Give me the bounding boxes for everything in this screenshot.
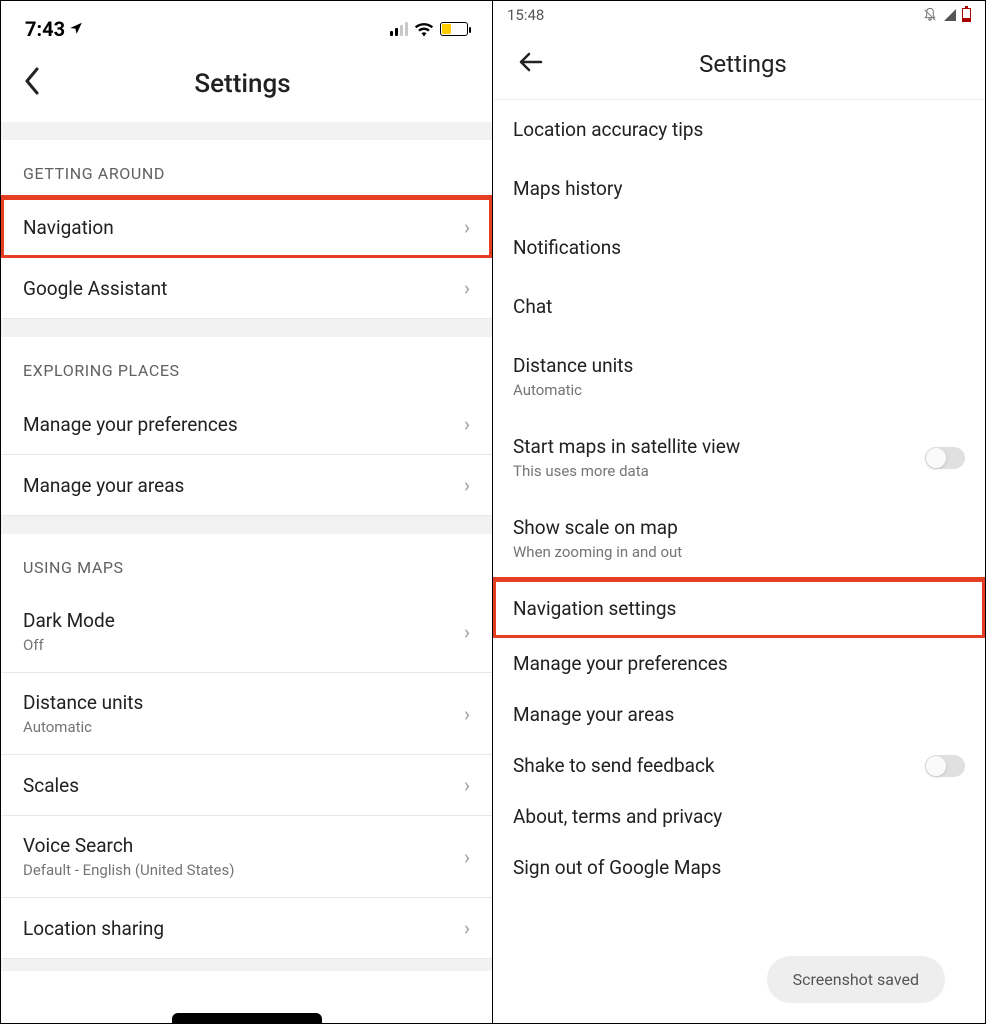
row-sub: Automatic <box>513 381 965 399</box>
row-label: Dark Mode <box>23 609 464 632</box>
row-manage-areas[interactable]: Manage your areas › <box>1 455 492 516</box>
row-chat[interactable]: Chat <box>493 277 985 336</box>
status-right <box>390 21 468 37</box>
row-label: Google Assistant <box>23 277 464 300</box>
cellular-signal-icon <box>944 9 956 21</box>
home-indicator[interactable] <box>172 1013 322 1023</box>
settings-list: GETTING AROUND Navigation › Google Assis… <box>1 122 492 1023</box>
status-time: 15:48 <box>507 6 544 24</box>
row-dark-mode[interactable]: Dark Mode Off › <box>1 591 492 673</box>
row-manage-preferences[interactable]: Manage your preferences <box>493 638 985 689</box>
row-manage-areas[interactable]: Manage your areas <box>493 689 985 740</box>
chevron-right-icon: › <box>464 473 470 497</box>
row-satellite-view[interactable]: Start maps in satellite view This uses m… <box>493 417 985 498</box>
row-shake-feedback[interactable]: Shake to send feedback <box>493 740 985 791</box>
row-sub: Automatic <box>23 718 464 736</box>
row-label: Manage your areas <box>23 474 464 497</box>
row-google-assistant[interactable]: Google Assistant › <box>1 258 492 319</box>
row-label: Navigation <box>23 216 464 239</box>
row-label: Chat <box>513 295 965 318</box>
row-location-accuracy[interactable]: Location accuracy tips <box>493 100 985 159</box>
wifi-icon <box>414 21 434 37</box>
row-label: Shake to send feedback <box>513 754 925 777</box>
row-sub: This uses more data <box>513 462 925 480</box>
row-scales[interactable]: Scales › <box>1 755 492 816</box>
row-label: Voice Search <box>23 834 464 857</box>
chevron-right-icon: › <box>464 412 470 436</box>
row-label: Distance units <box>23 691 464 714</box>
section-header-using-maps: USING MAPS <box>1 534 492 591</box>
settings-list: Location accuracy tips Maps history Noti… <box>493 100 985 1023</box>
page-header: Settings <box>493 29 985 100</box>
location-arrow-icon <box>69 20 83 39</box>
chevron-right-icon: › <box>464 276 470 300</box>
row-about[interactable]: About, terms and privacy <box>493 791 985 842</box>
row-sub: Off <box>23 636 464 654</box>
toggle-shake-feedback[interactable] <box>925 755 965 777</box>
phone-android: 15:48 Settings Location accuracy tips Ma… <box>493 1 985 1023</box>
row-distance-units[interactable]: Distance units Automatic › <box>1 673 492 755</box>
row-label: Manage your areas <box>513 703 965 726</box>
row-sub: Default - English (United States) <box>23 861 464 879</box>
cellular-signal-icon <box>390 22 408 36</box>
row-voice-search[interactable]: Voice Search Default - English (United S… <box>1 816 492 898</box>
row-label: Maps history <box>513 177 965 200</box>
page-title: Settings <box>519 50 967 78</box>
status-time-text: 7:43 <box>25 17 65 41</box>
status-bar: 15:48 <box>493 1 985 29</box>
status-bar: 7:43 <box>1 1 492 51</box>
row-location-sharing[interactable]: Location sharing › <box>1 898 492 959</box>
chevron-right-icon: › <box>464 773 470 797</box>
row-label: Notifications <box>513 236 965 259</box>
section-header-getting-around: GETTING AROUND <box>1 140 492 197</box>
chevron-right-icon: › <box>464 620 470 644</box>
row-label: Navigation settings <box>513 597 965 620</box>
row-label: Scales <box>23 774 464 797</box>
row-distance-units[interactable]: Distance units Automatic <box>493 336 985 417</box>
toast-message: Screenshot saved <box>767 956 945 1003</box>
row-show-scale[interactable]: Show scale on map When zooming in and ou… <box>493 498 985 579</box>
phone-ios: 7:43 Settings GETT <box>1 1 493 1023</box>
row-label: About, terms and privacy <box>513 805 965 828</box>
notifications-off-icon <box>922 7 938 23</box>
row-label: Manage your preferences <box>513 652 965 675</box>
battery-low-icon <box>962 8 971 22</box>
row-sub: When zooming in and out <box>513 543 965 561</box>
chevron-right-icon: › <box>464 702 470 726</box>
page-title: Settings <box>11 69 474 99</box>
row-navigation-settings[interactable]: Navigation settings <box>493 579 985 638</box>
status-time: 7:43 <box>25 17 83 41</box>
row-label: Start maps in satellite view <box>513 435 925 458</box>
row-label: Location accuracy tips <box>513 118 965 141</box>
section-header-exploring-places: EXPLORING PLACES <box>1 337 492 394</box>
row-label: Manage your preferences <box>23 413 464 436</box>
row-label: Sign out of Google Maps <box>513 856 965 879</box>
row-navigation[interactable]: Navigation › <box>1 197 492 258</box>
row-label: Location sharing <box>23 917 464 940</box>
row-manage-preferences[interactable]: Manage your preferences › <box>1 394 492 455</box>
toast-text: Screenshot saved <box>793 970 919 989</box>
toggle-satellite-view[interactable] <box>925 447 965 469</box>
chevron-right-icon: › <box>464 845 470 869</box>
row-label: Show scale on map <box>513 516 965 539</box>
chevron-right-icon: › <box>464 916 470 940</box>
page-header: Settings <box>1 51 492 122</box>
chevron-right-icon: › <box>464 215 470 239</box>
battery-icon <box>440 22 468 36</box>
row-notifications[interactable]: Notifications <box>493 218 985 277</box>
row-maps-history[interactable]: Maps history <box>493 159 985 218</box>
row-sign-out[interactable]: Sign out of Google Maps <box>493 842 985 893</box>
row-label: Distance units <box>513 354 965 377</box>
